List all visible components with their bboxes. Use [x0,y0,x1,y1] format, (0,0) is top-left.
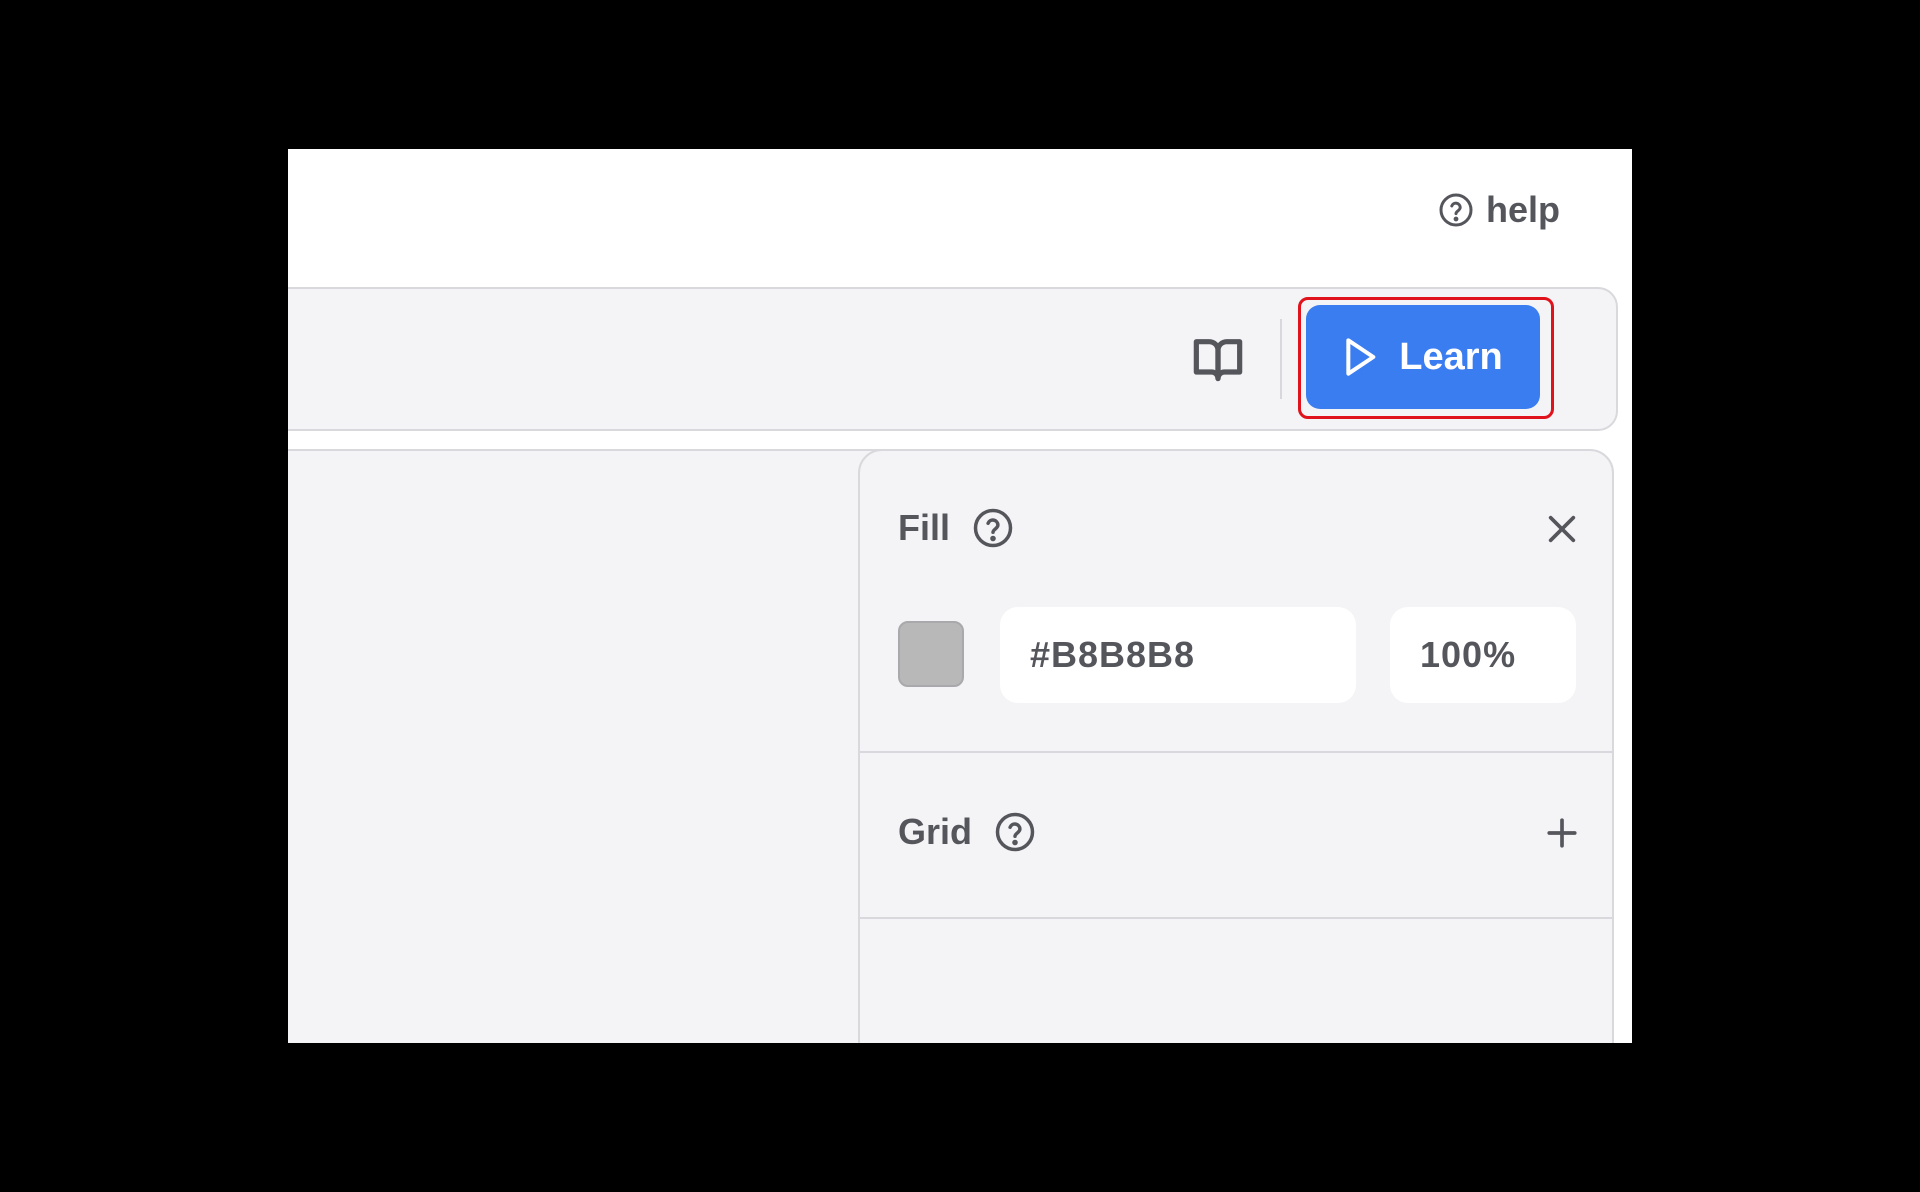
question-circle-icon[interactable] [994,811,1036,853]
grid-section: Grid [860,753,1612,919]
app-window: help Learn Fill #B8B8B8 100% Grid [288,149,1632,1043]
add-grid-button[interactable] [1542,813,1582,853]
fill-section: Fill #B8B8B8 100% [860,451,1612,753]
learn-label: Learn [1399,335,1503,378]
question-circle-icon[interactable] [972,507,1014,549]
book-open-icon [1193,339,1243,382]
help-label: help [1486,189,1561,230]
plus-icon [1547,818,1577,848]
fill-color-swatch[interactable] [898,621,964,687]
toolbar-divider [1280,319,1282,399]
remove-fill-button[interactable] [1542,509,1582,549]
learn-button[interactable]: Learn [1306,305,1540,409]
opacity-input[interactable]: 100% [1390,607,1576,703]
play-icon [1346,338,1376,376]
properties-panel: Fill #B8B8B8 100% Grid [858,449,1614,1043]
help-link[interactable]: help [1438,189,1560,231]
grid-title: Grid [898,811,973,852]
question-circle-icon [1439,193,1473,227]
close-icon [1548,515,1576,543]
fill-header: Fill [898,507,1014,549]
toolbar: Learn [288,287,1618,431]
grid-header: Grid [898,811,1036,853]
fill-title: Fill [898,507,950,548]
hex-color-input[interactable]: #B8B8B8 [1000,607,1356,703]
docs-button[interactable] [1190,333,1246,385]
